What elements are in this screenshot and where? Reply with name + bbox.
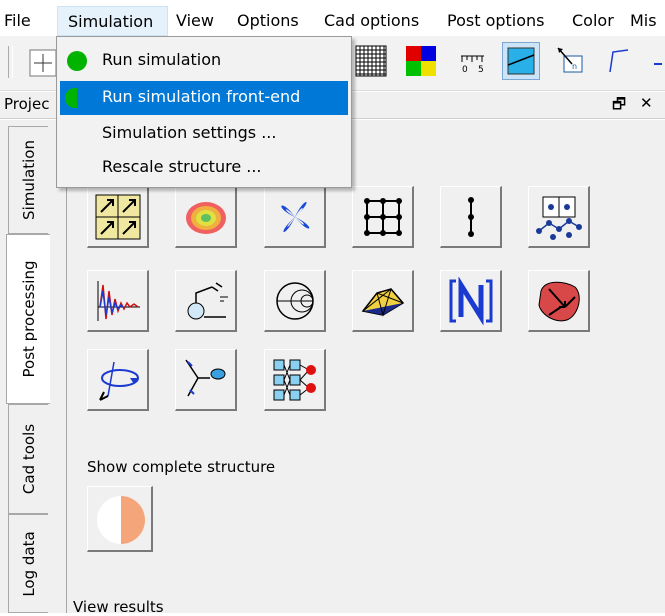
smith-chart-icon	[276, 282, 314, 320]
menu-rescale-structure-label: Rescale structure ...	[102, 157, 262, 176]
green-circle-icon	[67, 51, 87, 71]
menu-run-simulation[interactable]: Run simulation	[60, 44, 348, 78]
svg-text:n: n	[572, 62, 577, 71]
menu-rescale-structure[interactable]: Rescale structure ...	[60, 151, 348, 185]
menubar: File Simulation View Options Cad options…	[0, 0, 665, 36]
absorption-region-button[interactable]	[528, 270, 590, 332]
menu-color[interactable]: Color	[572, 0, 614, 36]
post-processing-panel: Show complete structure View results	[66, 120, 665, 616]
smith-chart-button[interactable]	[264, 270, 326, 332]
rotation-icon	[99, 361, 139, 401]
toolbar-button-coordinate[interactable]: n	[554, 44, 588, 78]
network-structure-button[interactable]	[528, 186, 590, 248]
wire-segment-button[interactable]	[440, 186, 502, 248]
mesh-grid-icon	[364, 198, 402, 236]
menu-file[interactable]: File	[4, 0, 31, 36]
wire-segment-icon	[468, 197, 474, 237]
truss-structure-icon	[361, 288, 405, 317]
view-results-label: View results	[73, 598, 164, 616]
color-palette-icon	[406, 46, 436, 76]
tab-log-data[interactable]: Log data	[8, 514, 48, 613]
antenna-feed-icon	[185, 359, 226, 397]
grid-icon	[355, 45, 387, 77]
plane-icon	[507, 47, 535, 75]
simulation-dropdown-menu: Run simulation Run simulation front-end …	[56, 36, 352, 188]
ruler-icon: 0 5	[461, 55, 484, 75]
radiation-pattern-button[interactable]	[264, 186, 326, 248]
show-complete-structure-button[interactable]	[87, 486, 153, 552]
tab-log-data-label: Log data	[19, 530, 38, 597]
absorption-region-icon	[538, 281, 580, 322]
tab-simulation-label: Simulation	[19, 140, 38, 220]
probe-button[interactable]	[175, 270, 237, 332]
menu-run-simulation-front-end-label: Run simulation front-end	[102, 87, 301, 106]
vector-field-icon	[95, 194, 141, 240]
menu-simulation-settings[interactable]: Simulation settings ...	[60, 117, 348, 151]
angle-line-icon	[609, 49, 629, 73]
tab-post-processing-label: Post processing	[19, 260, 38, 378]
svg-text:5: 5	[478, 65, 484, 75]
mesh-grid-button[interactable]	[352, 186, 414, 248]
close-icon[interactable]: ✕	[640, 94, 653, 112]
half-circle-icon	[97, 496, 145, 544]
menu-run-simulation-label: Run simulation	[102, 50, 222, 69]
tab-cad-tools-label: Cad tools	[19, 423, 38, 495]
antenna-feed-button[interactable]	[175, 349, 237, 411]
toolbar-button-plane[interactable]	[502, 42, 540, 80]
menu-simulation[interactable]: Simulation	[57, 6, 168, 36]
toolbar-grip	[8, 46, 13, 78]
dash-icon	[654, 63, 662, 65]
vector-field-button[interactable]	[87, 186, 149, 248]
toolbar-button-color[interactable]	[404, 44, 438, 78]
tab-cad-tools[interactable]: Cad tools	[8, 404, 48, 514]
toolbar-button-more[interactable]	[648, 44, 665, 78]
field-map-icon	[186, 202, 226, 234]
menu-cad-options[interactable]: Cad options	[324, 0, 419, 36]
truss-structure-button[interactable]	[352, 270, 414, 332]
show-complete-structure-label: Show complete structure	[87, 458, 276, 476]
menu-options[interactable]: Options	[237, 0, 299, 36]
rotation-button[interactable]	[87, 349, 149, 411]
radiation-pattern-icon	[281, 201, 310, 233]
menu-misc[interactable]: Mis	[630, 0, 657, 36]
tab-post-processing[interactable]: Post processing	[6, 234, 50, 404]
green-half-circle-icon	[65, 88, 77, 108]
toolbar-button-add[interactable]	[26, 44, 60, 78]
tab-simulation[interactable]: Simulation	[8, 126, 48, 234]
toolbar-button-ruler[interactable]: 0 5	[456, 44, 490, 78]
probe-icon	[187, 282, 228, 320]
plus-icon	[29, 49, 57, 77]
menu-simulation-settings-label: Simulation settings ...	[102, 123, 277, 142]
field-map-button[interactable]	[175, 186, 237, 248]
n-bracket-icon	[449, 277, 493, 325]
menu-view[interactable]: View	[176, 0, 214, 36]
restore-icon[interactable]: 🗗	[612, 94, 626, 119]
neural-network-button[interactable]	[264, 349, 326, 411]
time-signal-icon	[97, 281, 140, 321]
time-signal-button[interactable]	[87, 270, 149, 332]
toolbar-button-angle[interactable]	[602, 44, 636, 78]
side-tabs: Simulation Post processing Cad tools Log…	[0, 120, 66, 613]
n-factor-button[interactable]	[440, 270, 502, 332]
menu-run-simulation-front-end[interactable]: Run simulation front-end	[60, 81, 348, 115]
menu-post-options[interactable]: Post options	[447, 0, 545, 36]
panel-title: Projec	[4, 95, 50, 113]
network-structure-icon	[536, 196, 582, 240]
neural-network-icon	[273, 359, 316, 401]
coordinate-box-icon: n	[557, 47, 583, 73]
toolbar-button-grid[interactable]	[354, 44, 388, 78]
svg-text:0: 0	[462, 65, 468, 75]
